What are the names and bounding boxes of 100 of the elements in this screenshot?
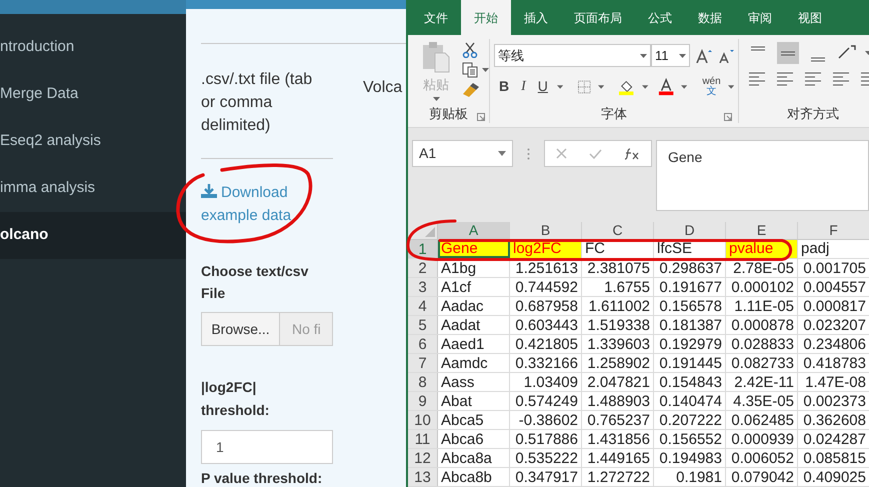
sidebar-item[interactable]: imma analysis [0, 165, 186, 212]
ribbon-tab[interactable]: 公式 [635, 0, 685, 35]
table-cell[interactable]: A1bg [438, 259, 510, 277]
row-header[interactable]: 8 [408, 373, 438, 391]
ribbon-tab[interactable]: 数据 [685, 0, 735, 35]
column-header[interactable]: B [510, 222, 582, 239]
font-color-icon[interactable] [658, 78, 674, 96]
function-icon[interactable] [624, 148, 640, 160]
table-cell[interactable]: Aaed1 [438, 335, 510, 353]
table-cell[interactable]: 0.002373 [798, 392, 869, 410]
ribbon-tab[interactable]: 视图 [785, 0, 835, 35]
table-cell[interactable]: Abca6 [438, 430, 510, 448]
table-cell[interactable]: 2.78E-05 [726, 259, 798, 277]
copy-icon[interactable] [462, 62, 478, 78]
table-cell[interactable]: 0.362608 [798, 411, 869, 429]
table-cell[interactable]: Abca5 [438, 411, 510, 429]
dialog-launcher-icon[interactable] [477, 113, 485, 121]
row-header[interactable]: 10 [408, 411, 438, 429]
table-cell[interactable]: 0.156578 [654, 297, 726, 315]
table-cell[interactable]: 0.421805 [510, 335, 582, 353]
table-cell[interactable]: 1.431856 [582, 430, 654, 448]
table-cell[interactable]: Aass [438, 373, 510, 391]
grow-font-icon[interactable] [696, 48, 712, 62]
table-cell[interactable]: Aadac [438, 297, 510, 315]
table-cell[interactable]: 1.47E-08 [798, 373, 869, 391]
table-cell[interactable]: 0.156552 [654, 430, 726, 448]
table-cell[interactable]: 0.000102 [726, 278, 798, 296]
middle-align-icon[interactable] [777, 42, 799, 64]
table-cell[interactable]: 0.603443 [510, 316, 582, 334]
scissors-icon[interactable] [462, 42, 478, 58]
sidebar-item[interactable]: olcano [0, 212, 186, 259]
table-cell[interactable]: 0.004557 [798, 278, 869, 296]
table-cell[interactable]: 1.339603 [582, 335, 654, 353]
table-cell[interactable]: 0.000817 [798, 297, 869, 315]
table-cell[interactable]: 0.1981 [654, 468, 726, 486]
table-cell[interactable]: -0.38602 [510, 411, 582, 429]
dropdown-caret-icon[interactable] [598, 84, 604, 88]
row-header[interactable]: 7 [408, 354, 438, 372]
table-cell[interactable]: 0.000878 [726, 316, 798, 334]
shrink-font-icon[interactable] [718, 48, 734, 62]
dropdown-caret-icon[interactable] [640, 54, 647, 58]
column-header[interactable]: F [798, 222, 869, 239]
table-cell[interactable]: 0.001705 [798, 259, 869, 277]
table-cell[interactable]: 2.047821 [582, 373, 654, 391]
table-cell[interactable]: 1.258902 [582, 354, 654, 372]
align-left-icon[interactable] [747, 70, 767, 88]
table-cell[interactable]: 0.140474 [654, 392, 726, 410]
table-cell[interactable]: 0.082733 [726, 354, 798, 372]
log2fc-threshold-input[interactable]: 1 [201, 430, 333, 464]
borders-icon[interactable] [578, 80, 591, 94]
row-header[interactable]: 9 [408, 392, 438, 410]
underline-button[interactable]: U [536, 76, 550, 97]
font-size-dropdown[interactable]: 11 [651, 44, 690, 67]
dropdown-caret-icon[interactable] [728, 84, 734, 88]
table-cell[interactable]: 1.488903 [582, 392, 654, 410]
check-icon[interactable] [589, 148, 602, 158]
table-cell[interactable]: 0.332166 [510, 354, 582, 372]
format-painter-icon[interactable] [462, 82, 480, 98]
table-cell[interactable]: 2.42E-11 [726, 373, 798, 391]
dropdown-caret-icon[interactable] [556, 84, 564, 88]
decrease-indent-icon[interactable] [831, 70, 851, 88]
row-header[interactable]: 12 [408, 449, 438, 467]
table-cell[interactable]: 0.191445 [654, 354, 726, 372]
column-header[interactable]: C [582, 222, 654, 239]
dialog-launcher-icon[interactable] [724, 113, 732, 121]
table-cell[interactable]: 0.191677 [654, 278, 726, 296]
row-header[interactable]: 2 [408, 259, 438, 277]
row-header[interactable]: 13 [408, 468, 438, 486]
table-cell[interactable]: 0.181387 [654, 316, 726, 334]
clipboard-icon[interactable] [421, 41, 451, 73]
row-header[interactable]: 11 [408, 430, 438, 448]
table-cell[interactable]: 0.024287 [798, 430, 869, 448]
align-center-icon[interactable] [775, 70, 795, 88]
table-cell[interactable]: 0.234806 [798, 335, 869, 353]
formula-input[interactable]: Gene [656, 140, 869, 211]
table-cell[interactable]: 0.023207 [798, 316, 869, 334]
dropdown-caret-icon[interactable] [679, 54, 686, 58]
table-cell[interactable]: 0.207222 [654, 411, 726, 429]
italic-button[interactable]: I [518, 76, 529, 97]
table-cell[interactable]: Aadat [438, 316, 510, 334]
table-cell[interactable]: 0.687958 [510, 297, 582, 315]
dropdown-caret-icon[interactable] [681, 84, 688, 88]
table-cell[interactable]: 0.079042 [726, 468, 798, 486]
ribbon-tab[interactable]: 页面布局 [561, 0, 635, 35]
row-header[interactable]: 4 [408, 297, 438, 315]
table-cell[interactable]: 0.028833 [726, 335, 798, 353]
browse-button[interactable]: Browse... [201, 312, 280, 346]
column-header[interactable]: E [726, 222, 798, 239]
ribbon-tab[interactable]: 插入 [511, 0, 561, 35]
column-header[interactable]: D [654, 222, 726, 239]
table-cell[interactable]: 0.409025 [798, 468, 869, 486]
table-cell[interactable]: 0.535222 [510, 449, 582, 467]
table-cell[interactable]: 1.03409 [510, 373, 582, 391]
table-cell[interactable]: 0.194983 [654, 449, 726, 467]
name-box[interactable]: A1 [412, 140, 513, 167]
table-cell[interactable]: 0.085815 [798, 449, 869, 467]
table-cell[interactable]: 1.519338 [582, 316, 654, 334]
table-cell[interactable]: 1.6755 [582, 278, 654, 296]
sidebar-item[interactable]: ntroduction [0, 24, 186, 71]
table-cell[interactable]: 0.006052 [726, 449, 798, 467]
